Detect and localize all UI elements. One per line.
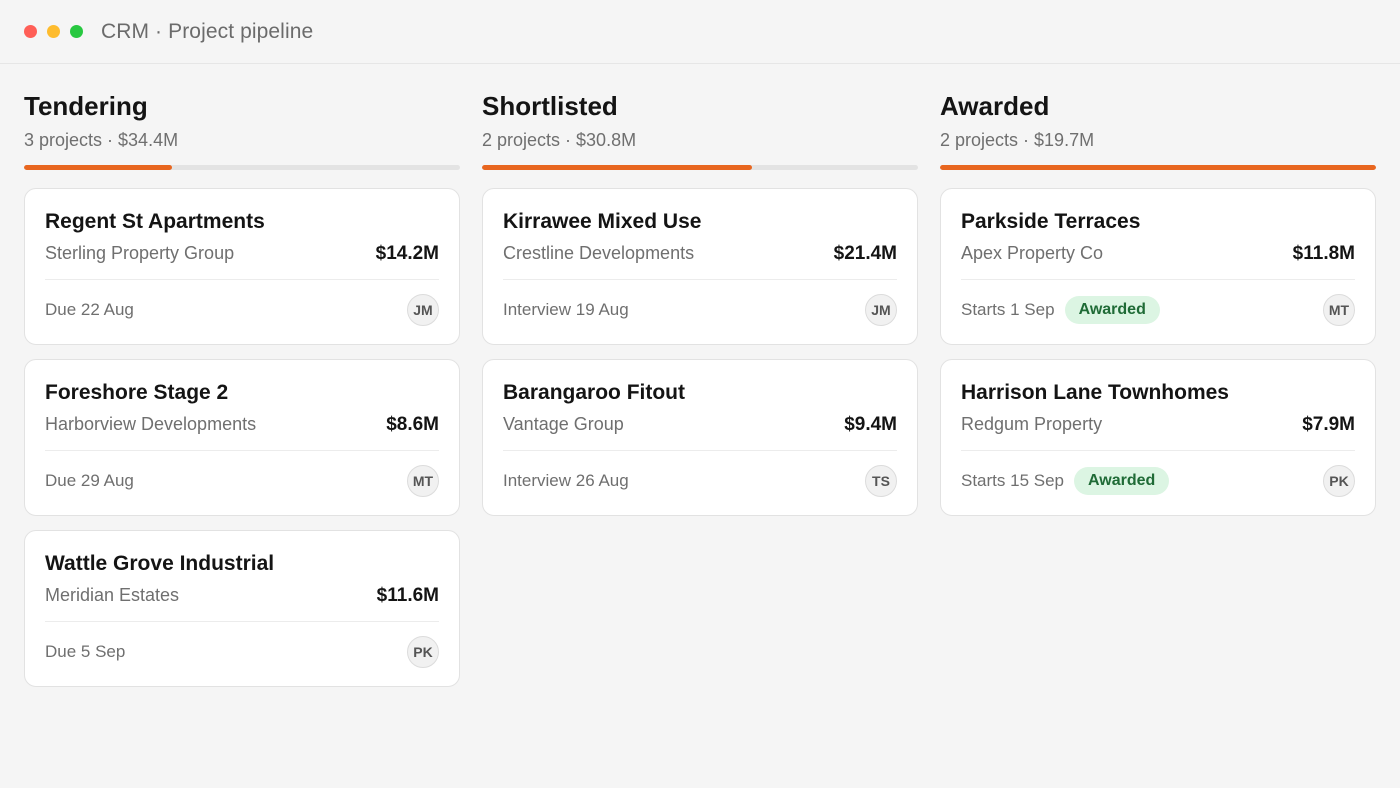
column-summary: 3 projects · $34.4M [24, 129, 179, 150]
column-tendering: Tendering 3 projects · $34.4M Regent St … [24, 88, 460, 701]
client-name: Apex Property Co [961, 243, 1104, 264]
window-title: CRM · Project pipeline [101, 19, 314, 43]
client-name: Crestline Developments [503, 243, 695, 264]
project-date: Due 5 Sep [45, 641, 126, 661]
assignee-avatar[interactable]: MT [407, 464, 439, 497]
project-meta-row: Meridian Estates $11.6M [45, 585, 439, 622]
project-title: Regent St Apartments [45, 209, 265, 233]
pipeline-board: Tendering 3 projects · $34.4M Regent St … [0, 64, 1400, 701]
client-name: Sterling Property Group [45, 243, 235, 264]
project-date: Interview 19 Aug [503, 299, 629, 319]
project-title: Barangaroo Fitout [503, 380, 685, 404]
maximize-window-button[interactable] [70, 25, 83, 38]
project-card[interactable]: Kirrawee Mixed Use Crestline Development… [482, 187, 918, 345]
project-card[interactable]: Harrison Lane Townhomes Redgum Property … [940, 358, 1376, 516]
column-title: Tendering [24, 91, 148, 121]
project-footer: Interview 19 Aug JM [503, 280, 897, 340]
project-footer: Starts 15 Sep Awarded PK [961, 451, 1355, 511]
project-card[interactable]: Parkside Terraces Apex Property Co $11.8… [940, 187, 1376, 345]
project-title: Parkside Terraces [961, 209, 1141, 233]
project-date: Starts 1 Sep [961, 299, 1055, 319]
project-value: $11.8M [1292, 242, 1355, 264]
project-card[interactable]: Wattle Grove Industrial Meridian Estates… [24, 529, 460, 687]
project-footer: Interview 26 Aug TS [503, 451, 897, 511]
close-window-button[interactable] [24, 25, 37, 38]
client-name: Harborview Developments [45, 414, 257, 435]
column-summary: 2 projects · $30.8M [482, 129, 637, 150]
project-date: Due 29 Aug [45, 470, 134, 490]
column-summary: 2 projects · $19.7M [940, 129, 1095, 150]
project-value: $14.2M [375, 242, 439, 264]
project-meta-row: Harborview Developments $8.6M [45, 414, 439, 451]
assignee-avatar[interactable]: MT [1323, 293, 1355, 326]
project-value: $11.6M [376, 584, 439, 606]
minimize-window-button[interactable] [47, 25, 60, 38]
project-date: Due 22 Aug [45, 299, 134, 319]
column-awarded: Awarded 2 projects · $19.7M Parkside Ter… [940, 88, 1376, 701]
column-progress-bar [482, 164, 918, 170]
project-value: $9.4M [844, 413, 897, 435]
project-card[interactable]: Foreshore Stage 2 Harborview Development… [24, 358, 460, 516]
column-progress-fill [940, 164, 1376, 170]
status-badge: Awarded [1064, 295, 1160, 324]
project-card[interactable]: Barangaroo Fitout Vantage Group $9.4M In… [482, 358, 918, 516]
project-footer: Due 22 Aug JM [45, 280, 439, 340]
assignee-avatar[interactable]: JM [865, 293, 897, 326]
column-shortlisted: Shortlisted 2 projects · $30.8M Kirrawee… [482, 88, 918, 701]
client-name: Vantage Group [503, 414, 624, 435]
client-name: Redgum Property [961, 414, 1103, 435]
project-meta-row: Vantage Group $9.4M [503, 414, 897, 451]
title-bar: CRM · Project pipeline [0, 0, 1400, 64]
assignee-avatar[interactable]: PK [407, 635, 439, 668]
project-footer: Due 5 Sep PK [45, 622, 439, 682]
project-meta-row: Crestline Developments $21.4M [503, 243, 897, 280]
column-title: Shortlisted [482, 91, 618, 121]
project-value: $21.4M [833, 242, 897, 264]
project-title: Harrison Lane Townhomes [961, 380, 1229, 404]
project-value: $7.9M [1302, 413, 1355, 435]
column-title: Awarded [940, 91, 1050, 121]
project-title: Foreshore Stage 2 [45, 380, 229, 404]
assignee-avatar[interactable]: JM [407, 293, 439, 326]
project-meta-row: Apex Property Co $11.8M [961, 243, 1355, 280]
column-progress-bar [24, 164, 460, 170]
project-card[interactable]: Regent St Apartments Sterling Property G… [24, 187, 460, 345]
client-name: Meridian Estates [45, 585, 180, 606]
assignee-avatar[interactable]: TS [865, 464, 897, 497]
project-date: Interview 26 Aug [503, 470, 629, 490]
project-date: Starts 15 Sep [961, 470, 1065, 490]
project-footer: Starts 1 Sep Awarded MT [961, 280, 1355, 340]
project-footer: Due 29 Aug MT [45, 451, 439, 511]
window-controls [24, 25, 83, 38]
project-meta-row: Redgum Property $7.9M [961, 414, 1355, 451]
project-title: Wattle Grove Industrial [45, 551, 275, 575]
project-value: $8.6M [386, 413, 439, 435]
status-badge: Awarded [1074, 466, 1170, 495]
column-progress-fill [24, 164, 173, 170]
column-progress-fill [482, 164, 753, 170]
assignee-avatar[interactable]: PK [1323, 464, 1355, 497]
column-progress-bar [940, 164, 1376, 170]
project-title: Kirrawee Mixed Use [503, 209, 702, 233]
project-meta-row: Sterling Property Group $14.2M [45, 243, 439, 280]
